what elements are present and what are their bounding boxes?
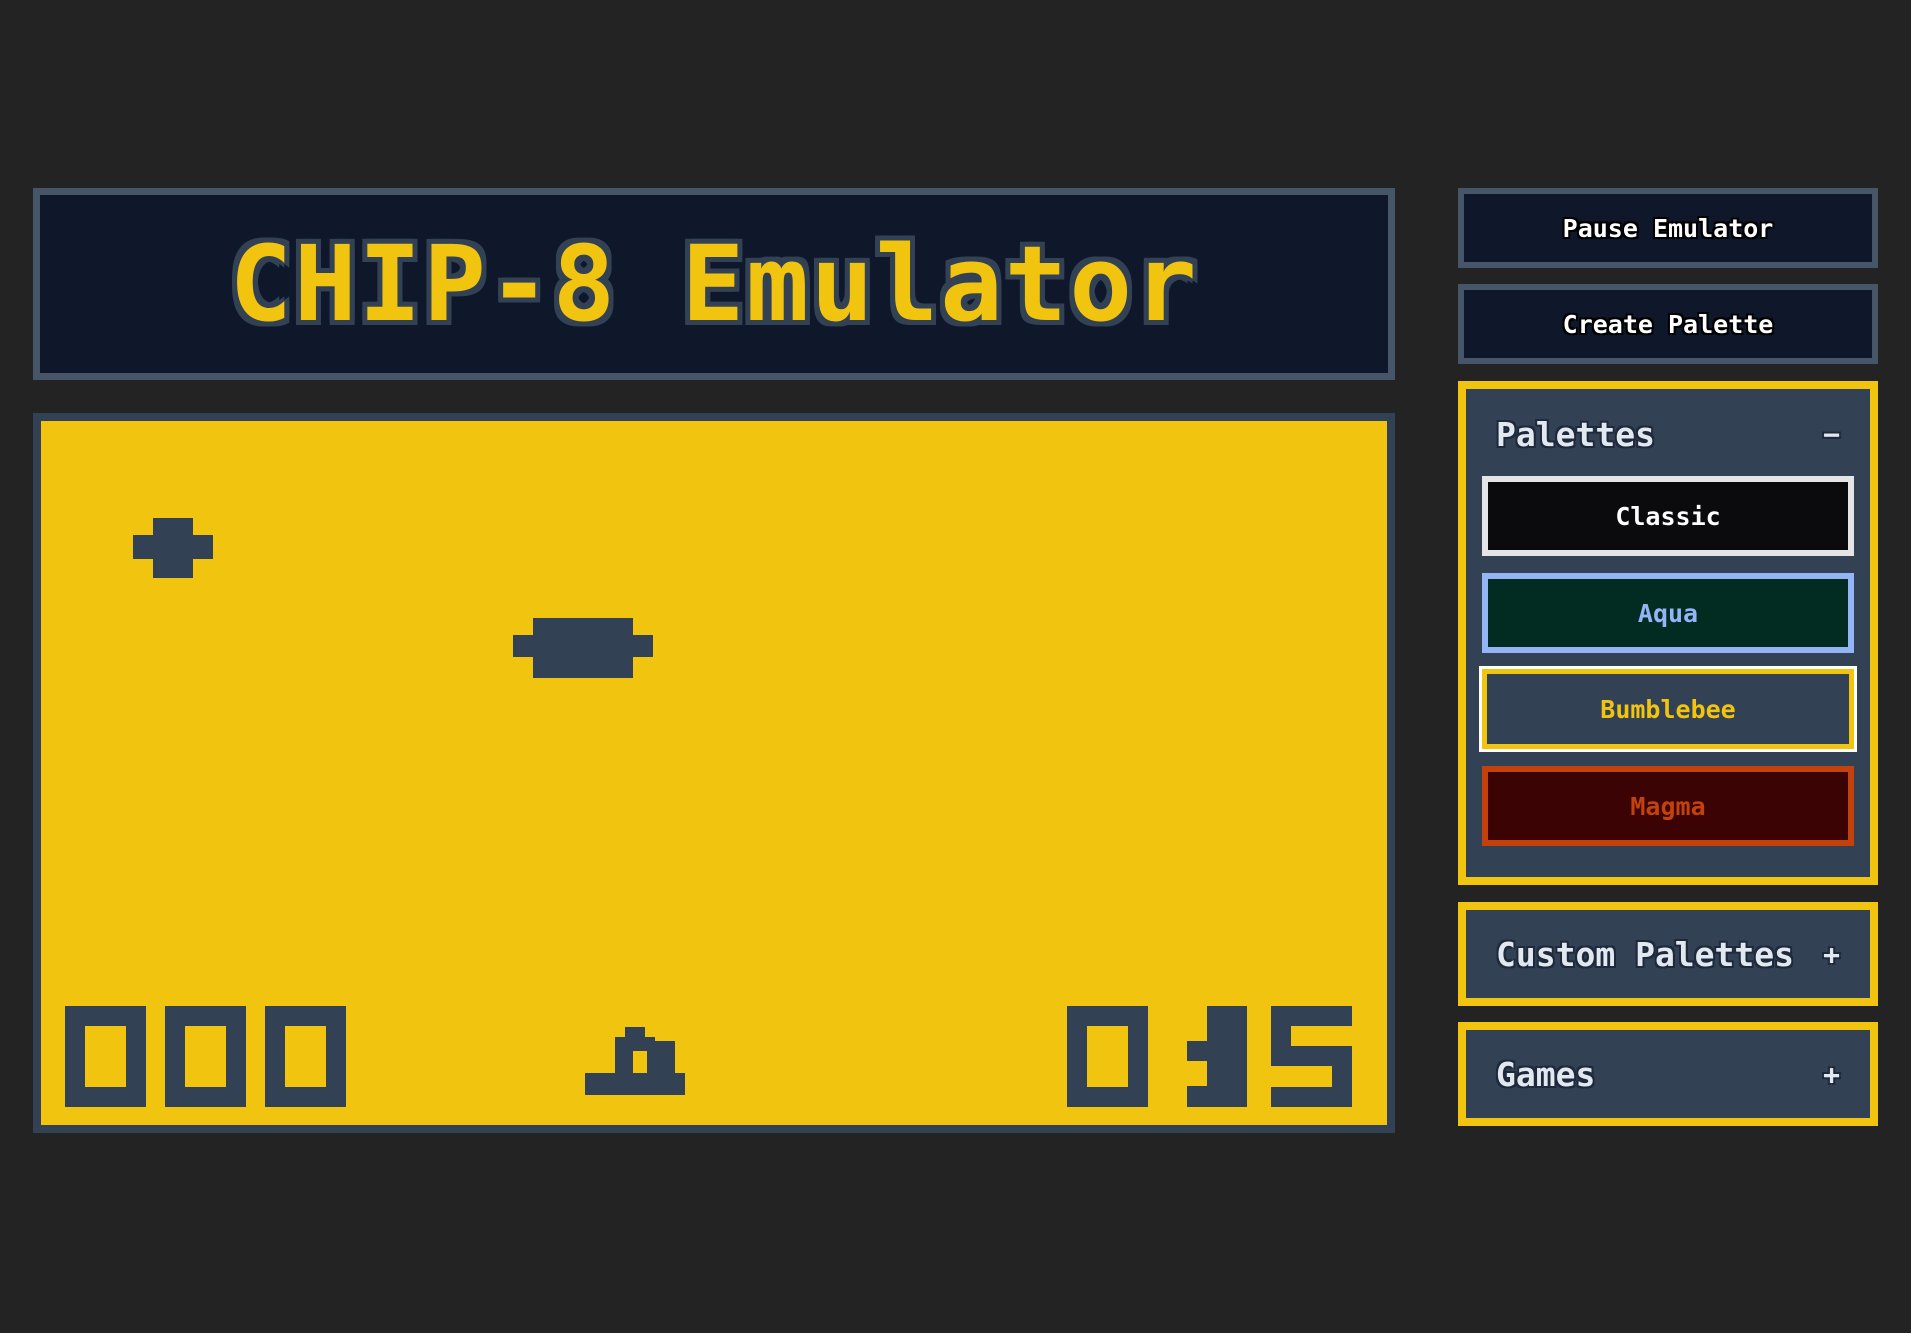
player-sprite <box>133 518 213 578</box>
pause-emulator-button[interactable]: Pause Emulator <box>1458 188 1878 268</box>
bottom-ship-sprite <box>585 1027 685 1095</box>
collapse-icon[interactable]: − <box>1823 418 1840 451</box>
palettes-panel: Palettes − Classic Aqua Bumblebee Magma <box>1458 381 1878 885</box>
title-banner: CHIP-8 Emulator <box>33 188 1395 380</box>
custom-palettes-panel: Custom Palettes + <box>1458 902 1878 1006</box>
enemy-sprite <box>513 618 653 678</box>
palette-bumblebee-button[interactable]: Bumblebee <box>1479 666 1857 752</box>
expand-icon[interactable]: + <box>1823 938 1840 971</box>
games-panel-header[interactable]: Games + <box>1466 1030 1870 1118</box>
palette-magma-button[interactable]: Magma <box>1482 766 1854 846</box>
custom-palettes-panel-header[interactable]: Custom Palettes + <box>1466 910 1870 998</box>
games-panel: Games + <box>1458 1022 1878 1126</box>
create-palette-button[interactable]: Create Palette <box>1458 284 1878 364</box>
expand-icon[interactable]: + <box>1823 1058 1840 1091</box>
emulator-display-canvas <box>65 518 1352 1107</box>
palettes-panel-header[interactable]: Palettes − <box>1466 389 1870 479</box>
games-title: Games <box>1496 1054 1596 1094</box>
app-title: CHIP-8 Emulator <box>229 223 1199 345</box>
palette-aqua-button[interactable]: Aqua <box>1482 573 1854 653</box>
score-right <box>1067 1006 1352 1107</box>
palettes-title: Palettes <box>1496 414 1655 454</box>
score-left <box>65 1006 346 1107</box>
palette-classic-button[interactable]: Classic <box>1482 476 1854 556</box>
custom-palettes-title: Custom Palettes <box>1496 934 1795 974</box>
emulator-screen[interactable]: 000 015 <box>33 413 1395 1133</box>
